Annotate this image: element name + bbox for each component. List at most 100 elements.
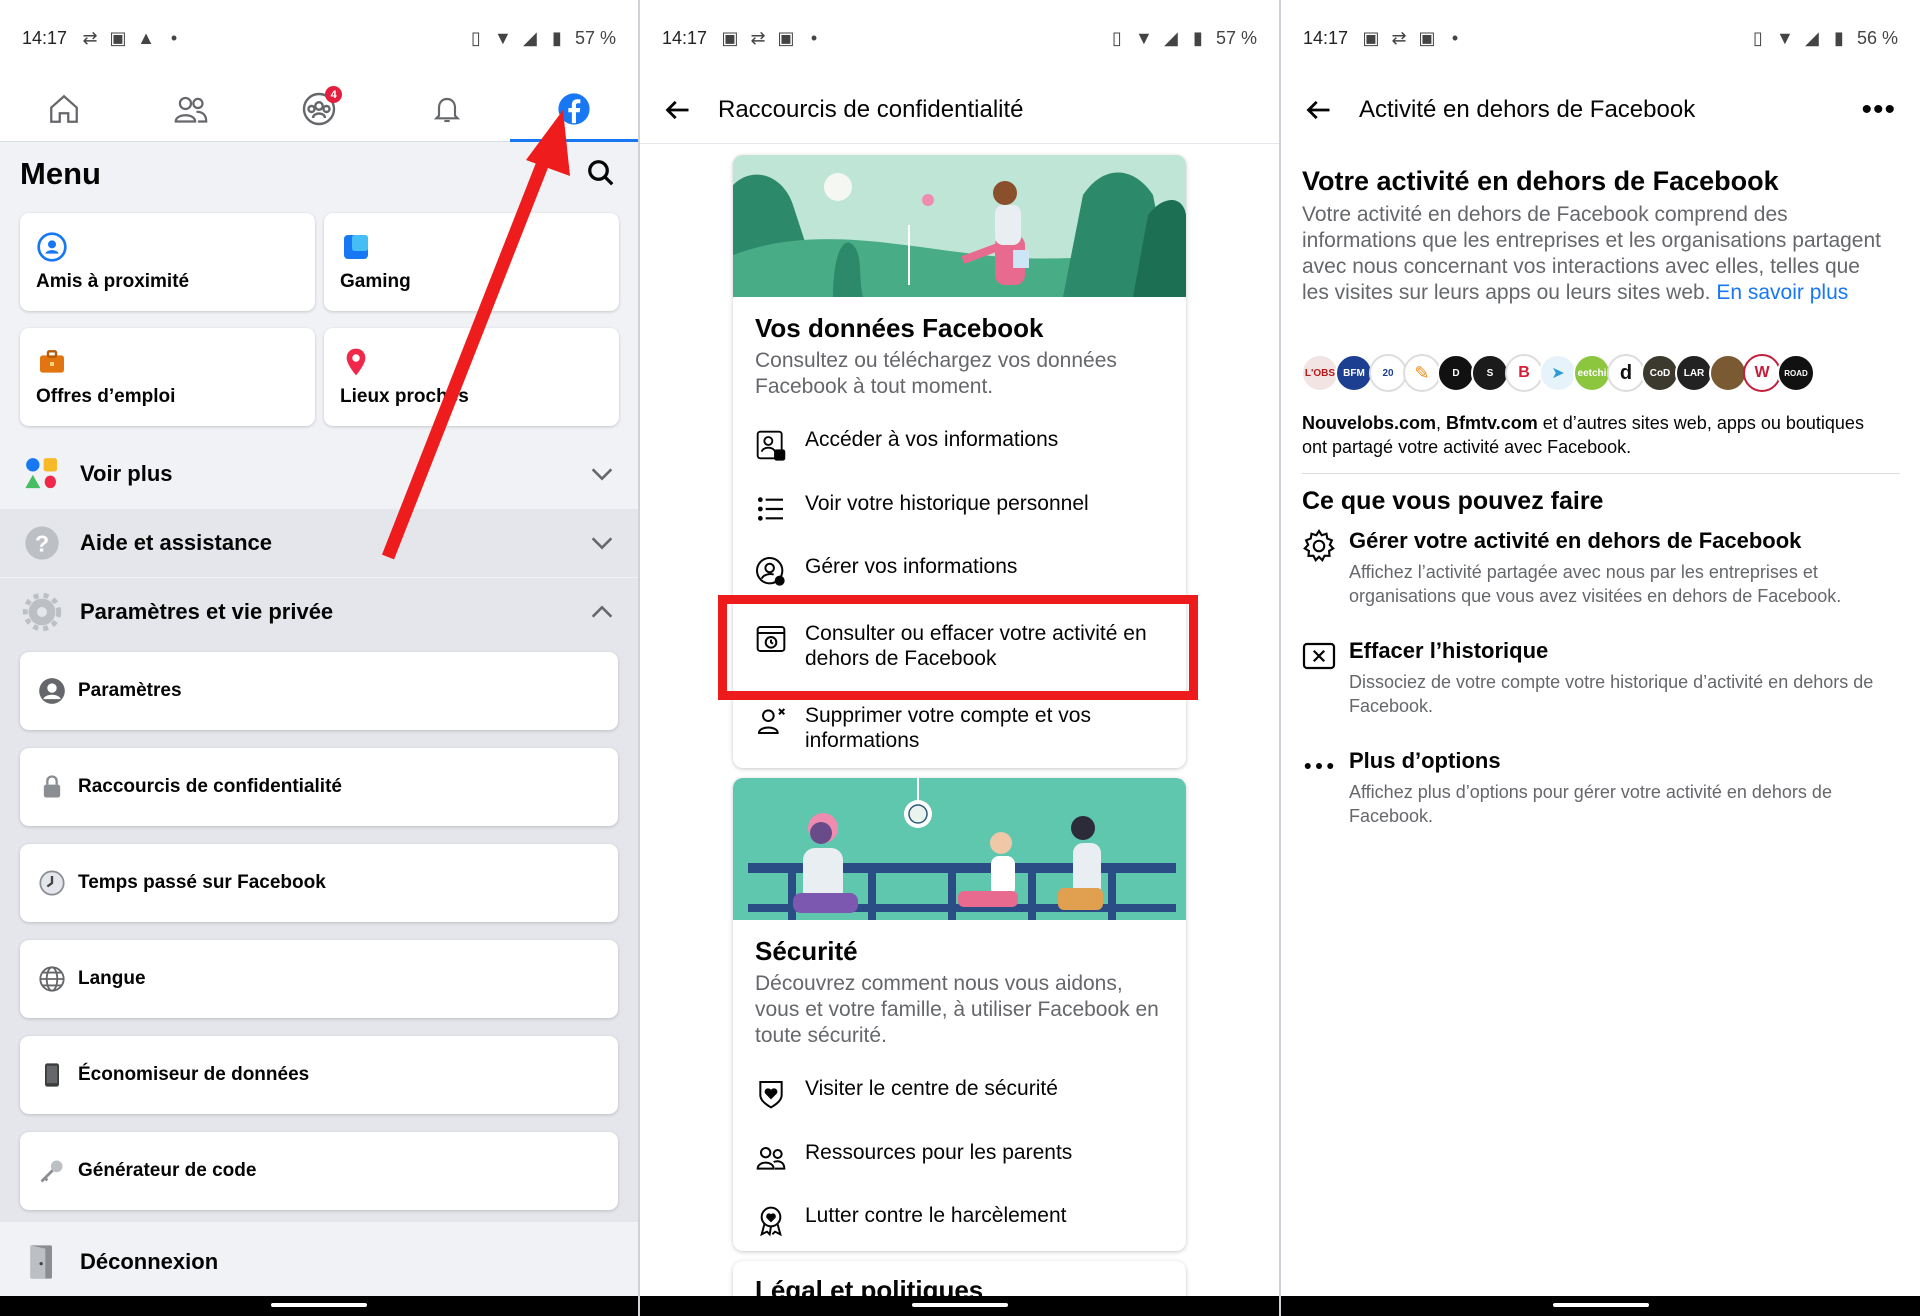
ribbon-heart-icon [760, 1206, 782, 1237]
battery-level: 57 % [1215, 27, 1257, 48]
signal-icon: ◢ [1164, 27, 1178, 48]
item-label: Lutter contre le harcèlement [805, 1204, 1067, 1227]
battery-icon: ▮ [1834, 27, 1844, 48]
logo-d-arrow: D [1437, 354, 1475, 392]
status-time: 14:17 [662, 27, 708, 48]
dot-icon: • [1451, 27, 1459, 48]
sites-shared-text: Nouvelobs.com, Bfmtv.com et d’autres sit… [1302, 411, 1892, 459]
home-gesture-pill[interactable] [1552, 1303, 1649, 1307]
option-description: Dissociez de votre compte votre historiq… [1349, 672, 1874, 716]
profile-card-icon [756, 430, 786, 461]
list-icon [757, 497, 783, 521]
option-manage-activity[interactable]: Gérer votre activité en dehors de Facebo… [1301, 528, 1900, 608]
system-nav-bar [1281, 1296, 1920, 1316]
logo-s: S [1471, 354, 1509, 392]
arrows-icon: ⇄ [750, 27, 766, 48]
bench-illustration [733, 778, 1186, 920]
item-parent-resources[interactable]: Ressources pour les parents [733, 1140, 1094, 1174]
image-icon: ▣ [721, 27, 739, 48]
site-name: Bfmtv.com [1446, 413, 1538, 433]
item-bullying[interactable]: Lutter contre le harcèlement [733, 1203, 1088, 1237]
signal-icon: ◢ [1805, 27, 1819, 48]
illustration-bench [733, 778, 1186, 920]
close-box-icon [1302, 642, 1336, 670]
option-title: Plus d’options [1349, 748, 1501, 773]
section-heading: Ce que vous pouvez faire [1302, 487, 1604, 515]
logo-eetchi: eetchi [1573, 354, 1611, 392]
item-label: Ressources pour les parents [805, 1141, 1073, 1164]
item-activity-log[interactable]: Voir votre historique personnel [733, 491, 1111, 525]
item-label: Gérer vos informations [805, 555, 1018, 578]
logo-lar: LAR [1675, 354, 1713, 392]
status-system-icons: ▯ ▼ ◢ ▮ 56 % [1749, 28, 1898, 49]
vibrate-icon: ▯ [1112, 27, 1122, 48]
image-icon: ▣ [1362, 27, 1380, 48]
dot-icon: • [810, 27, 818, 48]
panel-off-facebook-activity: 14:17 ▣ ⇄ ▣ • ▯ ▼ ◢ ▮ 56 % Activité en d… [1281, 0, 1920, 1316]
logo-lobs: L'OBS [1301, 354, 1339, 392]
status-time: 14:17 [1303, 27, 1349, 48]
hiker-illustration [733, 155, 1186, 297]
logo-cod: CoD [1641, 354, 1679, 392]
site-name: Nouvelobs.com [1302, 413, 1437, 433]
card-description: Consultez ou téléchargez vos données Fac… [755, 349, 1117, 398]
item-label: Visiter le centre de sécurité [805, 1077, 1058, 1100]
card-description: Découvrez comment nous vous aidons, vous… [755, 972, 1159, 1047]
status-notification-icons: ▣ ⇄ ▣ • [721, 27, 823, 48]
status-bar: 14:17 ▣ ⇄ ▣ • ▯ ▼ ◢ ▮ 57 % [640, 0, 1279, 76]
option-description: Affichez plus d’options pour gérer votre… [1349, 782, 1832, 826]
item-safety-center[interactable]: Visiter le centre de sécurité [733, 1076, 1080, 1110]
app-bar: Raccourcis de confidentialité [640, 76, 1279, 144]
panel-privacy-shortcuts: 14:17 ▣ ⇄ ▣ • ▯ ▼ ◢ ▮ 57 % Raccourcis de… [640, 0, 1279, 1316]
home-gesture-pill[interactable] [271, 1303, 367, 1307]
logo-bfm: BFM [1335, 354, 1373, 392]
card-title: Vos données Facebook [755, 313, 1044, 343]
section-heading: Votre activité en dehors de Facebook [1302, 166, 1779, 196]
teams-icon: ▣ [1418, 27, 1436, 48]
item-label: Supprimer votre compte et vos informatio… [805, 704, 1091, 752]
system-nav-bar [0, 1296, 638, 1316]
item-delete-account[interactable]: Supprimer votre compte et vos informatio… [733, 703, 1186, 753]
option-description: Affichez l’activité partagée avec nous p… [1349, 562, 1842, 606]
card-title: Sécurité [755, 936, 858, 966]
app-bar: Activité en dehors de Facebook ••• [1281, 76, 1920, 144]
wifi-icon: ▼ [1135, 27, 1153, 48]
system-nav-bar [640, 1296, 1279, 1316]
logo-bird: ➤ [1539, 354, 1577, 392]
option-title: Effacer l’historique [1349, 638, 1549, 663]
logo-d: d [1607, 354, 1645, 392]
logo-carrot: ✎ [1403, 354, 1441, 392]
battery-icon: ▮ [1193, 27, 1203, 48]
divider-line [1302, 473, 1900, 474]
red-highlight-box [718, 595, 1198, 700]
item-access-info[interactable]: Accéder à vos informations [733, 427, 1080, 461]
option-clear-history[interactable]: Effacer l’historique Dissociez de votre … [1301, 638, 1900, 718]
shield-heart-icon [759, 1081, 783, 1109]
wifi-icon: ▼ [1776, 27, 1794, 48]
more-options-icon[interactable]: ••• [1861, 93, 1896, 127]
site-separator: , [1436, 413, 1447, 433]
status-bar: 14:17 ▣ ⇄ ▣ • ▯ ▼ ◢ ▮ 56 % [1281, 0, 1920, 76]
logo-b: B [1505, 354, 1543, 392]
teams-icon: ▣ [777, 27, 795, 48]
more-dots-icon [1304, 763, 1334, 769]
page-title: Raccourcis de confidentialité [718, 95, 1024, 123]
learn-more-link[interactable]: En savoir plus [1716, 281, 1848, 304]
parents-icon [756, 1147, 786, 1170]
item-label: Accéder à vos informations [805, 428, 1059, 451]
user-remove-icon [757, 708, 786, 734]
item-manage-info[interactable]: Gérer vos informations [733, 554, 1039, 588]
logo-20: 20 [1369, 354, 1407, 392]
status-notification-icons: ▣ ⇄ ▣ • [1362, 27, 1464, 48]
option-more-options[interactable]: Plus d’options Affichez plus d’options p… [1301, 748, 1900, 828]
home-gesture-pill[interactable] [911, 1303, 1008, 1307]
business-logos-row: L'OBS BFM 20 ✎ D S B ➤ eetchi d CoD LAR … [1301, 354, 1815, 392]
status-system-icons: ▯ ▼ ◢ ▮ 57 % [1108, 28, 1257, 49]
gear-icon [1303, 529, 1335, 563]
logo-w: W [1743, 354, 1781, 392]
vibrate-icon: ▯ [1753, 27, 1763, 48]
back-arrow-icon[interactable] [664, 96, 692, 124]
user-gear-icon [756, 557, 785, 586]
back-arrow-icon[interactable] [1305, 96, 1333, 124]
intro-paragraph: Votre activité en dehors de Facebook com… [1302, 202, 1892, 306]
